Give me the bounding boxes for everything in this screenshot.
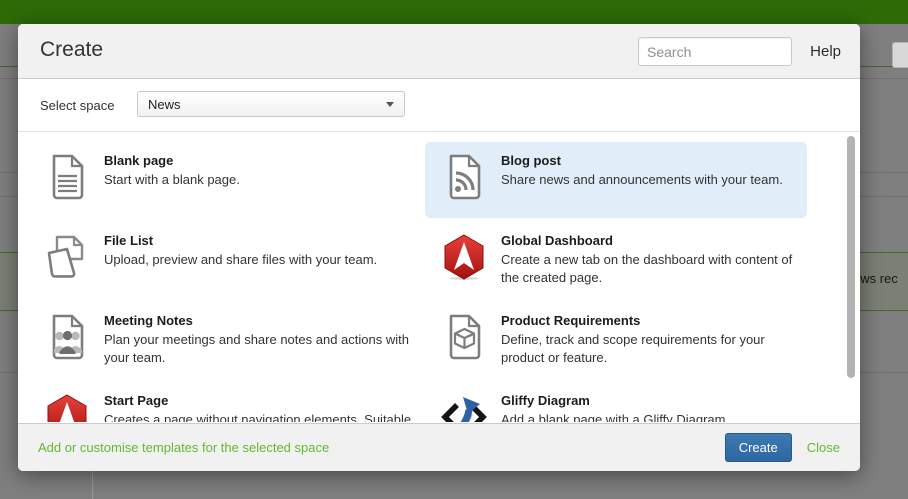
template-option[interactable]: Start Page Creates a page without naviga…	[28, 382, 425, 422]
space-select[interactable]: News	[137, 91, 405, 117]
template-title: Meeting Notes	[104, 313, 412, 329]
meeting-notes-icon	[44, 314, 90, 360]
template-description: Creates a page without navigation elemen…	[104, 411, 411, 422]
help-link[interactable]: Help	[810, 43, 841, 60]
template-description: Create a new tab on the dashboard with c…	[501, 251, 797, 287]
gliffy-diagram-icon	[441, 394, 487, 422]
template-text: Start Page Creates a page without naviga…	[104, 392, 411, 422]
template-description: Share news and announcements with your t…	[501, 171, 783, 189]
template-item-product-requirements: Product Requirements Define, track and s…	[425, 300, 807, 380]
template-item-file-list: File List Upload, preview and share file…	[28, 220, 425, 300]
template-text: File List Upload, preview and share file…	[104, 232, 377, 269]
template-text: Blank page Start with a blank page.	[104, 152, 240, 189]
background-app-header	[0, 0, 908, 24]
template-description: Upload, preview and share files with you…	[104, 251, 377, 269]
template-text: Global Dashboard Create a new tab on the…	[501, 232, 797, 287]
template-item-global-dashboard: Global Dashboard Create a new tab on the…	[425, 220, 807, 300]
template-description: Add a blank page with a Gliffy Diagram.	[501, 411, 729, 422]
background-column-divider	[92, 471, 93, 499]
template-item-gliffy-diagram: Gliffy Diagram Add a blank page with a G…	[425, 380, 807, 422]
template-list: Blank page Start with a blank page.	[18, 131, 860, 422]
dialog-title: Create	[40, 38, 103, 62]
template-description: Plan your meetings and share notes and a…	[104, 331, 412, 367]
template-title: Gliffy Diagram	[501, 393, 729, 409]
template-item-blank-page: Blank page Start with a blank page.	[28, 140, 425, 220]
customise-templates-link[interactable]: Add or customise templates for the selec…	[38, 440, 725, 455]
file-list-icon	[44, 234, 90, 280]
template-text: Blog post Share news and announcements w…	[501, 152, 783, 189]
product-requirements-icon	[441, 314, 487, 360]
blank-page-icon	[44, 154, 90, 200]
template-item-meeting-notes: Meeting Notes Plan your meetings and sha…	[28, 300, 425, 380]
select-space-row: Select space News	[18, 79, 860, 131]
template-option[interactable]: Meeting Notes Plan your meetings and sha…	[28, 302, 425, 378]
template-option[interactable]: Global Dashboard Create a new tab on the…	[425, 222, 807, 298]
create-button[interactable]: Create	[725, 433, 792, 462]
template-title: Start Page	[104, 393, 411, 409]
template-item-blog-post: Blog post Share news and announcements w…	[425, 140, 807, 220]
template-description: Start with a blank page.	[104, 171, 240, 189]
template-description: Define, track and scope requirements for…	[501, 331, 797, 367]
start-page-icon	[44, 394, 90, 422]
template-option[interactable]: Blank page Start with a blank page.	[28, 142, 425, 218]
template-title: Global Dashboard	[501, 233, 797, 249]
template-grid: Blank page Start with a blank page.	[18, 132, 860, 422]
template-title: Blank page	[104, 153, 240, 169]
chevron-down-icon	[386, 102, 394, 107]
select-space-label: Select space	[40, 98, 114, 113]
template-option[interactable]: File List Upload, preview and share file…	[28, 222, 425, 298]
template-option[interactable]: Blog post Share news and announcements w…	[425, 142, 807, 218]
template-item-start-page: Start Page Creates a page without naviga…	[28, 380, 425, 422]
template-option[interactable]: Product Requirements Define, track and s…	[425, 302, 807, 378]
list-scrollbar-thumb[interactable]	[847, 136, 855, 378]
blog-post-icon	[441, 154, 487, 200]
dialog-footer: Add or customise templates for the selec…	[18, 423, 860, 471]
template-title: Product Requirements	[501, 313, 797, 329]
template-text: Gliffy Diagram Add a blank page with a G…	[501, 392, 729, 422]
template-text: Product Requirements Define, track and s…	[501, 312, 797, 367]
dialog-header: Create Help	[18, 24, 860, 79]
create-dialog: Create Help Select space News	[18, 24, 860, 471]
close-link[interactable]: Close	[807, 440, 840, 455]
search-input[interactable]	[638, 37, 792, 66]
template-title: Blog post	[501, 153, 783, 169]
global-dashboard-icon	[441, 234, 487, 280]
template-text: Meeting Notes Plan your meetings and sha…	[104, 312, 412, 367]
space-select-value: News	[148, 97, 386, 112]
template-title: File List	[104, 233, 377, 249]
template-option[interactable]: Gliffy Diagram Add a blank page with a G…	[425, 382, 807, 422]
background-button-fragment	[892, 42, 908, 68]
